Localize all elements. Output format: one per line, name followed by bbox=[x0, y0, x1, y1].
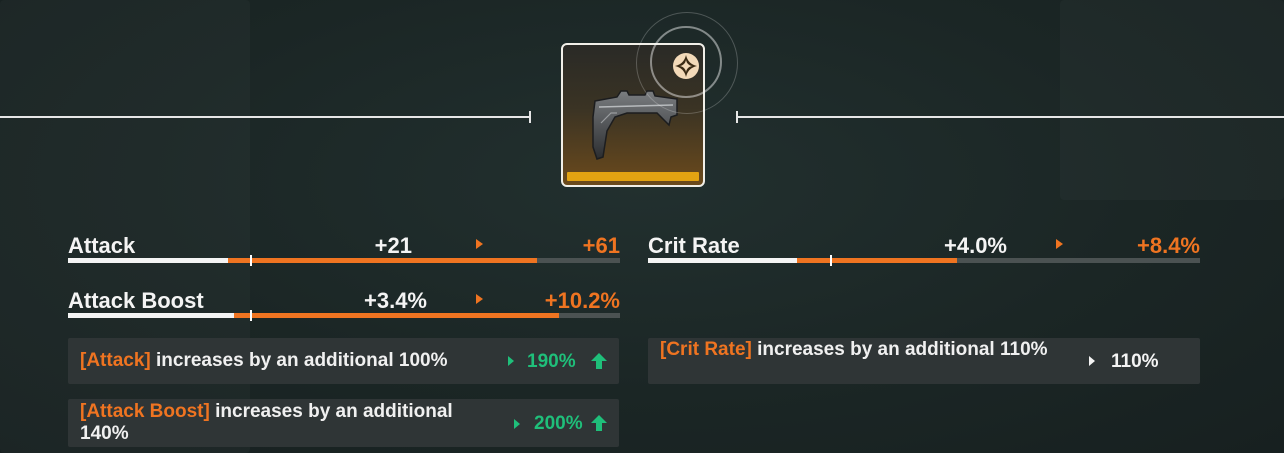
bonus-arrow-icon bbox=[508, 356, 514, 366]
stat-row-attack: Attack +21 +61 bbox=[68, 221, 620, 266]
bonus-text: increases by an additional 110% bbox=[751, 339, 1048, 360]
bonus-keyword: [Crit Rate] bbox=[660, 339, 752, 360]
stat-arrow-icon bbox=[476, 294, 483, 304]
stat-new-value: +8.4% bbox=[1137, 233, 1200, 258]
stat-arrow-icon bbox=[476, 239, 483, 249]
bonus-arrow-icon bbox=[514, 419, 520, 429]
bonus-text: increases by an additional 100% bbox=[150, 350, 448, 371]
divider-tick-left bbox=[529, 111, 531, 123]
rarity-bar bbox=[567, 172, 699, 181]
stat-bar-marker bbox=[250, 255, 253, 266]
stat-bar-base bbox=[68, 313, 234, 318]
bonus-description: [Attack] increases by an additional 100% bbox=[80, 350, 500, 372]
bonus-arrow-icon bbox=[1089, 356, 1095, 366]
stat-bar-marker bbox=[830, 255, 833, 266]
stat-row-crit-rate: Crit Rate +4.0% +8.4% bbox=[648, 221, 1200, 266]
stat-name: Attack Boost bbox=[68, 288, 204, 313]
up-arrow-icon bbox=[591, 415, 607, 431]
bonus-value: 110% bbox=[1111, 351, 1159, 372]
stat-bar-base bbox=[648, 258, 798, 263]
stat-bar-base bbox=[68, 258, 229, 263]
bonus-value: 190% bbox=[527, 351, 576, 372]
bonus-description: [Attack Boost] increases by an additiona… bbox=[80, 401, 500, 445]
stat-bar bbox=[68, 310, 620, 321]
bonus-keyword: [Attack] bbox=[80, 350, 151, 371]
stat-bar-marker bbox=[250, 310, 253, 321]
stat-arrow-icon bbox=[1056, 239, 1063, 249]
bonus-attack: [Attack] increases by an additional 100%… bbox=[68, 338, 619, 384]
stat-bar bbox=[648, 255, 1200, 266]
bonus-description: [Crit Rate] increases by an additional 1… bbox=[660, 339, 1060, 361]
stat-old-value: +3.4% bbox=[364, 288, 427, 313]
bonus-attack-boost: [Attack Boost] increases by an additiona… bbox=[68, 399, 619, 447]
bonus-keyword: [Attack Boost] bbox=[80, 401, 210, 422]
stat-old-value: +21 bbox=[374, 233, 412, 258]
four-point-star-icon bbox=[673, 53, 699, 79]
stat-name: Attack bbox=[68, 233, 136, 258]
background-panel-right bbox=[1060, 0, 1284, 200]
divider-tick-right bbox=[736, 111, 738, 123]
bonus-value: 200% bbox=[534, 413, 583, 434]
stat-row-attack-boost: Attack Boost +3.4% +10.2% bbox=[68, 276, 620, 321]
divider-line-left bbox=[0, 116, 530, 118]
stat-new-value: +10.2% bbox=[544, 288, 620, 313]
stat-bar bbox=[68, 255, 620, 266]
stat-new-value: +61 bbox=[582, 233, 620, 258]
bonus-crit-rate: [Crit Rate] increases by an additional 1… bbox=[648, 338, 1200, 384]
stat-old-value: +4.0% bbox=[944, 233, 1007, 258]
up-arrow-icon bbox=[591, 353, 607, 369]
stat-name: Crit Rate bbox=[648, 233, 740, 258]
divider-line-right bbox=[737, 116, 1284, 118]
